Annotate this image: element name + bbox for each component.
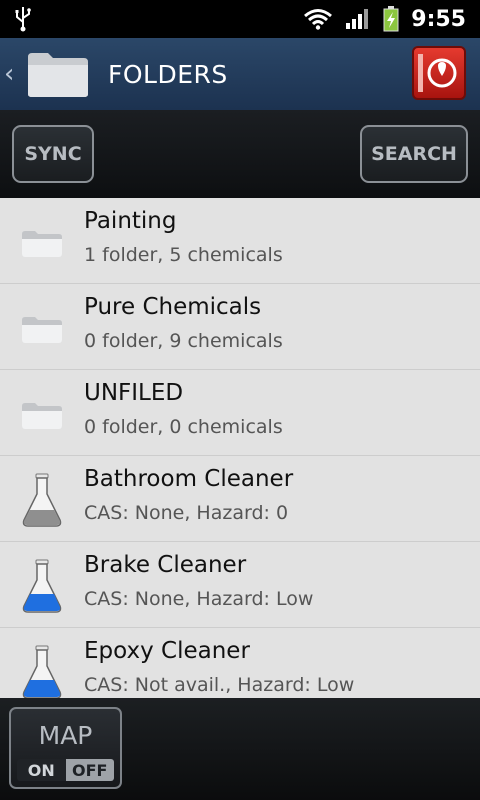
list-item[interactable]: Bathroom Cleaner CAS: None, Hazard: 0 xyxy=(0,456,480,542)
item-title: Bathroom Cleaner xyxy=(84,466,294,492)
switch-on-label[interactable]: ON xyxy=(17,759,66,781)
folder-icon xyxy=(22,317,62,343)
flask-icon xyxy=(22,559,62,613)
item-subtitle: CAS: Not avail., Hazard: Low xyxy=(84,674,355,696)
chevron-left-icon[interactable]: ‹ xyxy=(4,59,22,89)
sync-button[interactable]: SYNC xyxy=(12,125,94,183)
map-label: MAP xyxy=(38,721,93,750)
status-bar: 9:55 xyxy=(0,0,480,38)
item-title: Brake Cleaner xyxy=(84,552,247,578)
item-title: Epoxy Cleaner xyxy=(84,638,250,664)
map-switch[interactable]: ON OFF xyxy=(17,759,114,781)
item-subtitle: 1 folder, 5 chemicals xyxy=(84,244,283,266)
folder-icon xyxy=(28,53,88,97)
list-item[interactable]: UNFILED 0 folder, 0 chemicals xyxy=(0,370,480,456)
item-title: Pure Chemicals xyxy=(84,294,262,320)
item-title: UNFILED xyxy=(84,380,184,406)
switch-off-label[interactable]: OFF xyxy=(65,759,114,781)
wifi-icon xyxy=(304,9,333,30)
signal-icon xyxy=(346,9,369,29)
folder-icon xyxy=(22,403,62,429)
item-subtitle: CAS: None, Hazard: 0 xyxy=(84,502,289,524)
clock: 9:55 xyxy=(411,6,466,32)
flask-icon xyxy=(22,473,62,527)
toolbar: SYNC SEARCH xyxy=(0,110,480,198)
battery-charging-icon xyxy=(383,6,399,32)
list-item[interactable]: Epoxy Cleaner CAS: Not avail., Hazard: L… xyxy=(0,628,480,698)
item-list: Painting 1 folder, 5 chemicals Pure Chem… xyxy=(0,198,480,698)
list-item[interactable]: Brake Cleaner CAS: None, Hazard: Low xyxy=(0,542,480,628)
bottom-bar: MAP ON OFF xyxy=(0,698,480,800)
search-button[interactable]: SEARCH xyxy=(360,125,468,183)
flask-icon xyxy=(22,645,62,698)
item-subtitle: 0 folder, 9 chemicals xyxy=(84,330,283,352)
page-title: FOLDERS xyxy=(108,59,228,89)
item-subtitle: CAS: None, Hazard: Low xyxy=(84,588,314,610)
folder-icon xyxy=(22,231,62,257)
item-subtitle: 0 folder, 0 chemicals xyxy=(84,416,283,438)
usb-icon xyxy=(15,7,31,32)
map-toggle[interactable]: MAP ON OFF xyxy=(9,707,122,789)
title-bar: ‹ FOLDERS xyxy=(0,38,480,110)
list-item[interactable]: Painting 1 folder, 5 chemicals xyxy=(0,198,480,284)
list-item[interactable]: Pure Chemicals 0 folder, 9 chemicals xyxy=(0,284,480,370)
app-logo-icon[interactable] xyxy=(412,46,466,100)
item-title: Painting xyxy=(84,208,177,234)
